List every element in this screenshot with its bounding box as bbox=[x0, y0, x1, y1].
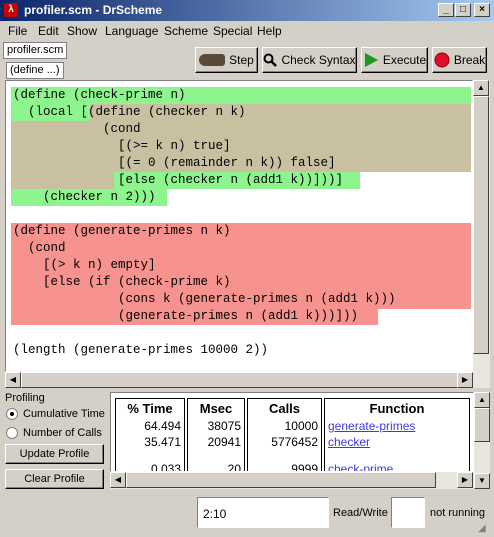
number-of-calls-radio[interactable] bbox=[6, 427, 18, 439]
row-calls: 9999 bbox=[291, 462, 318, 472]
menu-show[interactable]: Show bbox=[67, 24, 97, 38]
code-line: [(> k n) empty] bbox=[13, 258, 156, 272]
editor-vertical-scrollbar[interactable]: ▲ bbox=[473, 80, 490, 372]
position-field: 2:10 bbox=[197, 497, 329, 528]
execute-button[interactable]: Execute bbox=[361, 47, 428, 73]
row-time: 35.471 bbox=[144, 435, 181, 449]
profile-horizontal-scrollbar[interactable]: ◀ ▶ bbox=[110, 472, 474, 489]
code-line: [(>= k n) true] bbox=[13, 139, 231, 153]
profile-results-panel: % Time Msec Calls Function 64.494 38075 … bbox=[110, 392, 474, 472]
definitions-editor[interactable]: (define (check-prime n) (local [(define … bbox=[5, 80, 473, 372]
scroll-left-arrow-icon[interactable]: ◀ bbox=[5, 372, 21, 388]
row-time: 64.494 bbox=[144, 419, 181, 433]
profile-vertical-scrollbar[interactable]: ▲ ▼ bbox=[474, 392, 490, 489]
code-line: (define (check-prime n) bbox=[13, 88, 186, 102]
scroll-thumb[interactable] bbox=[21, 372, 461, 388]
function-link[interactable]: checker bbox=[328, 435, 370, 449]
editor-horizontal-scrollbar[interactable]: ◀ ▶ bbox=[5, 372, 490, 388]
function-link[interactable]: generate-primes bbox=[328, 419, 415, 433]
row-calls: 10000 bbox=[284, 419, 318, 433]
number-of-calls-label: Number of Calls bbox=[23, 427, 102, 439]
row-msec: 20 bbox=[227, 462, 241, 472]
row-msec: 20941 bbox=[207, 435, 241, 449]
code-line: (generate-primes n (add1 k)))])) bbox=[13, 309, 359, 323]
scroll-left-arrow-icon[interactable]: ◀ bbox=[110, 472, 126, 488]
function-link[interactable]: check-prime bbox=[328, 462, 393, 471]
menu-file[interactable]: File bbox=[8, 24, 27, 38]
scroll-thumb[interactable] bbox=[126, 472, 436, 488]
code-line: (define (generate-primes n k) bbox=[13, 224, 231, 238]
column-header: Calls bbox=[268, 401, 301, 416]
row-time: 0.033 bbox=[150, 462, 181, 472]
scroll-up-arrow-icon[interactable]: ▲ bbox=[474, 392, 490, 408]
update-profile-button[interactable]: Update Profile bbox=[5, 444, 104, 464]
row-msec: 38075 bbox=[207, 419, 241, 433]
scroll-right-arrow-icon[interactable]: ▶ bbox=[457, 372, 473, 388]
code-line: (checker n 2))) bbox=[13, 190, 156, 204]
code-line: (cond bbox=[13, 122, 141, 136]
clear-profile-button[interactable]: Clear Profile bbox=[5, 469, 104, 489]
profiling-label: Profiling bbox=[5, 392, 45, 404]
step-button[interactable]: Step bbox=[195, 47, 258, 73]
title-bar: λ profiler.scm - DrScheme _ □ × bbox=[0, 0, 494, 21]
column-header: Msec bbox=[199, 401, 233, 416]
stop-icon bbox=[434, 52, 450, 68]
cumulative-time-label: Cumulative Time bbox=[23, 408, 105, 420]
code-line: [(= 0 (remainder n k)) false] bbox=[13, 156, 336, 170]
code-line: (length (generate-primes 10000 2)) bbox=[13, 343, 269, 357]
column-header: Function bbox=[369, 401, 425, 416]
cumulative-time-radio[interactable] bbox=[6, 408, 18, 420]
code-line: (cons k (generate-primes n (add1 k))) bbox=[13, 292, 396, 306]
scroll-down-arrow-icon[interactable]: ▼ bbox=[474, 473, 490, 489]
footprint-icon bbox=[199, 54, 226, 66]
menu-language[interactable]: Language bbox=[105, 24, 158, 38]
lambda-icon: λ bbox=[4, 3, 18, 17]
code-line: [else (if (check-prime k) bbox=[13, 275, 231, 289]
scroll-thumb[interactable] bbox=[473, 96, 489, 354]
scroll-right-arrow-icon[interactable]: ▶ bbox=[457, 472, 473, 488]
file-tab[interactable]: profiler.scm bbox=[3, 42, 68, 59]
menu-bar: File Edit Show Language Scheme Special H… bbox=[0, 21, 494, 41]
read-write-label: Read/Write bbox=[333, 507, 388, 519]
scroll-thumb[interactable] bbox=[474, 408, 490, 442]
menu-edit[interactable]: Edit bbox=[38, 24, 59, 38]
play-arrow-icon bbox=[364, 53, 378, 67]
close-button[interactable]: × bbox=[474, 3, 490, 17]
menu-special[interactable]: Special bbox=[213, 24, 252, 38]
magnifier-icon bbox=[263, 53, 278, 67]
code-line: (cond bbox=[13, 241, 66, 255]
menu-help[interactable]: Help bbox=[257, 24, 282, 38]
running-indicator bbox=[391, 497, 425, 528]
column-header: % Time bbox=[127, 401, 173, 416]
resize-grip-icon[interactable]: ◢ bbox=[478, 523, 486, 534]
minimize-button[interactable]: _ bbox=[438, 3, 454, 17]
maximize-button[interactable]: □ bbox=[455, 3, 471, 17]
define-popup[interactable]: (define ...) bbox=[6, 62, 64, 79]
menu-scheme[interactable]: Scheme bbox=[164, 24, 208, 38]
window-title: profiler.scm - DrScheme bbox=[24, 3, 163, 17]
break-button[interactable]: Break bbox=[432, 47, 487, 73]
code-line: (local [(define (checker n k) bbox=[13, 105, 246, 119]
code-line: [else (checker n (add1 k))]))] bbox=[13, 173, 344, 187]
scroll-up-arrow-icon[interactable]: ▲ bbox=[473, 80, 489, 96]
running-status: not running bbox=[430, 507, 486, 519]
check-syntax-button[interactable]: Check Syntax bbox=[262, 47, 357, 73]
row-calls: 5776452 bbox=[271, 435, 318, 449]
